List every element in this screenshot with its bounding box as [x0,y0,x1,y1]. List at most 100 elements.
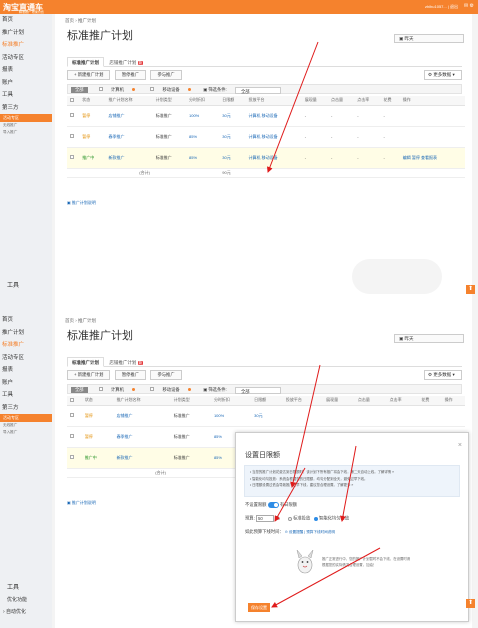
filter-pc[interactable]: 计算机 [96,386,139,393]
discount-cell[interactable]: 85% [186,126,220,148]
standard-radio[interactable] [287,516,292,521]
filter-mobile[interactable]: 移动设备 [147,386,195,393]
sidebar-item-plans[interactable]: 推广计划 [0,27,52,40]
row-checkbox[interactable] [67,426,82,448]
filter-select[interactable]: 全部 [234,86,281,94]
row-checkbox[interactable] [67,105,80,127]
smart-radio[interactable] [313,516,318,521]
discount-cell[interactable]: 100% [186,105,220,127]
row-checkbox[interactable] [67,405,82,427]
sidebar-item-tools[interactable]: 工具 [0,89,52,102]
save-settings-button[interactable]: 保存设置 [248,603,270,612]
plan-name-link[interactable]: 店铺推广 [105,105,153,127]
table-row[interactable]: 暂停 店铺推广 标准推广 100% 30元 [67,405,465,427]
discount-cell[interactable]: 100% [210,405,252,427]
close-icon[interactable]: × [458,442,462,449]
sidebar-item-standard[interactable]: 标准推广 [0,339,52,352]
sidebar-item-report[interactable]: 报表 [0,64,52,77]
filter-mobile[interactable]: 移动设备 [147,86,195,93]
budget-input[interactable]: 50 [256,515,274,522]
filter-all[interactable]: 全部 [71,87,88,93]
checkbox-icon [70,413,74,417]
ops-cell[interactable] [399,126,465,148]
sidebar: 首页 推广计划 标准推广 活动专区 报表 账户 工具 第三方 活动专区 无线推广… [0,314,52,628]
filter-select[interactable]: 全部 [234,386,281,394]
breadcrumb[interactable]: 首页 › 推广计划 [65,18,96,24]
discount-cell[interactable]: 85% [186,147,220,169]
sidebar-optimize-label[interactable]: 优化功能 [7,596,27,603]
plan-name-link[interactable]: 春季推广 [105,126,153,148]
table-row[interactable]: 暂停 春季推广 标准推广 85% 30元 计算机 移动设备 - - - - [67,126,465,148]
sidebar-sub-import[interactable]: 导入推广 [0,129,52,136]
budget-cell[interactable]: 30元 [219,126,246,148]
filter-pc[interactable]: 计算机 [96,86,139,93]
platform-cell[interactable]: 计算机 移动设备 [245,105,302,127]
filter-all[interactable]: 全部 [71,387,88,393]
platform-cell[interactable]: 计算机 移动设备 [245,147,302,169]
pause-button[interactable]: 暂停推广 [114,370,147,380]
sidebar-sub-wireless[interactable]: 无线推广 [0,422,52,429]
pause-button[interactable]: 暂停推广 [114,70,147,80]
breadcrumb[interactable]: 首页 › 推广计划 [65,318,96,324]
row-checkbox[interactable] [67,147,80,169]
sidebar-item-report[interactable]: 报表 [0,364,52,377]
sidebar-item-standard[interactable]: 标准推广 [0,39,52,52]
plan-name-link[interactable]: 店铺推广 [113,405,171,427]
date-select[interactable]: ▣ 昨天 [394,334,464,343]
back-to-top-icon[interactable]: ⬆ [466,285,475,294]
plan-help-link[interactable]: ▣ 推广计划说明 [67,500,96,506]
sidebar-item-third-party[interactable]: 第三方 [0,402,52,415]
sidebar-tools-label[interactable]: 工具 [7,582,19,591]
join-button[interactable]: 参与推广 [150,70,182,80]
dialog-title: 设置日限额 [245,452,280,459]
sidebar-item-tools[interactable]: 工具 [0,389,52,402]
sidebar-auto-optimize[interactable]: › 自动优化 [3,608,26,615]
tab-standard-plan[interactable]: 标准推广计划 [67,357,104,367]
message-settings-icon[interactable]: ✉ ⚙ [464,3,474,9]
sidebar-sub-wireless[interactable]: 无线推广 [0,122,52,129]
sidebar-tools-label[interactable]: 工具 [7,280,19,289]
sidebar-item-plans[interactable]: 推广计划 [0,327,52,340]
total-label: (合计) [67,468,252,478]
new-plan-button[interactable]: + 新建推广计划 [67,70,111,80]
plan-name-link[interactable]: 春季推广 [113,426,171,448]
platform-cell[interactable]: 计算机 移动设备 [245,126,302,148]
sidebar-item-home[interactable]: 首页 [0,314,52,327]
plan-name-link[interactable]: 新款推广 [113,447,171,469]
budget-cell[interactable]: 30元 [219,147,246,169]
join-button[interactable]: 参与推广 [150,370,182,380]
sidebar-group-activity[interactable]: 活动专区 [0,114,52,122]
tab-shop-plan[interactable]: 店铺推广计划 新 [105,358,147,368]
sidebar-item-account[interactable]: 账户 [0,77,52,90]
col-checkbox[interactable] [67,96,80,106]
set-reminder-link[interactable]: ⊙ 设置提醒 | 预算下线时间说明 [285,530,335,534]
sidebar-item-home[interactable]: 首页 [0,14,52,27]
ops-cell[interactable] [399,105,465,127]
table-row[interactable]: 推广中 新款推广 标准推广 85% 30元 计算机 移动设备 - - - - 编… [67,147,465,169]
budget-cell[interactable]: 30元 [251,405,283,427]
sidebar-sub-import[interactable]: 导入推广 [0,429,52,436]
sidebar-group-activity[interactable]: 活动专区 [0,414,52,422]
more-data-button[interactable]: ⚙ 更多数据 ▾ [424,70,462,80]
table-row[interactable]: 暂停 店铺推广 标准推广 100% 30元 计算机 移动设备 - - - - [67,105,465,127]
date-select[interactable]: ▣ 昨天 [394,34,464,43]
limit-toggle[interactable] [267,502,279,508]
sidebar-item-activity[interactable]: 活动专区 [0,352,52,365]
row-checkbox[interactable] [67,447,82,469]
plan-help-link[interactable]: ▣ 推广计划说明 [67,200,96,206]
back-to-top-icon[interactable]: ⬆ [466,599,475,608]
col-name: 推广计划名称 [113,396,171,406]
budget-cell[interactable]: 30元 [219,105,246,127]
sidebar-item-third-party[interactable]: 第三方 [0,102,52,115]
col-checkbox[interactable] [67,396,82,406]
tab-standard-plan[interactable]: 标准推广计划 [67,57,104,67]
more-data-button[interactable]: ⚙ 更多数据 ▾ [424,370,462,380]
plan-name-link[interactable]: 新款推广 [105,147,153,169]
tab-shop-plan[interactable]: 店铺推广计划 新 [105,58,147,68]
sidebar-item-account[interactable]: 账户 [0,377,52,390]
new-plan-button[interactable]: + 新建推广计划 [67,370,111,380]
ops-cell[interactable]: 编辑 暂停 查看报表 [399,147,465,169]
user-links[interactable]: zhihu1057... | 退出 [425,4,458,10]
sidebar-item-activity[interactable]: 活动专区 [0,52,52,65]
row-checkbox[interactable] [67,126,80,148]
